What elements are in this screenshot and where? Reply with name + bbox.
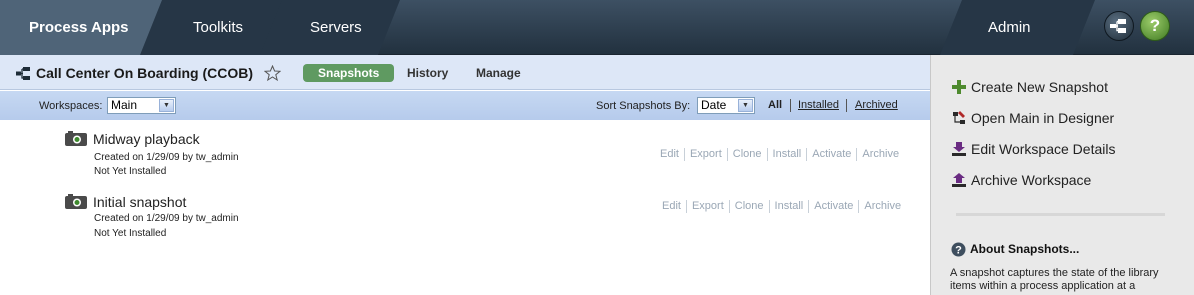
sort-select-value: Date xyxy=(701,98,727,112)
edit-workspace-link[interactable]: Edit Workspace Details xyxy=(951,140,1115,158)
sidebar-divider xyxy=(956,213,1165,216)
app-title: Call Center On Boarding (CCOB) xyxy=(36,65,254,81)
snapshot-item: Midway playback Created on 1/29/09 by tw… xyxy=(0,120,930,182)
action-divider xyxy=(766,148,768,161)
snapshot-name[interactable]: Initial snapshot xyxy=(93,194,186,210)
help-icon: ? xyxy=(1149,16,1161,35)
snapshot-actions: Edit Export Clone Install Activate Archi… xyxy=(660,148,899,161)
archive-action[interactable]: Archive xyxy=(864,200,901,213)
archive-workspace-label: Archive Workspace xyxy=(971,172,1092,188)
sort-select[interactable]: Date ▼ xyxy=(697,97,755,114)
snapshot-status: Not Yet Installed xyxy=(94,166,167,177)
snapshot-item: Initial snapshot Created on 1/29/09 by t… xyxy=(0,183,930,245)
camera-icon xyxy=(65,131,87,146)
export-action[interactable]: Export xyxy=(692,200,724,213)
archive-workspace-link[interactable]: Archive Workspace xyxy=(951,171,1091,189)
create-snapshot-link[interactable]: Create New Snapshot xyxy=(951,78,1108,96)
filter-archived[interactable]: Archived xyxy=(855,99,898,111)
snapshot-status: Not Yet Installed xyxy=(94,228,167,239)
about-snapshots-title: About Snapshots... xyxy=(970,242,1080,256)
activate-action[interactable]: Activate xyxy=(814,200,853,213)
install-action[interactable]: Install xyxy=(775,200,804,213)
action-divider xyxy=(856,148,858,161)
chevron-down-icon: ▼ xyxy=(159,99,174,112)
designer-icon xyxy=(953,111,965,124)
process-app-icon xyxy=(16,67,30,80)
tab-process-apps[interactable]: Process Apps xyxy=(29,0,129,55)
filter-all[interactable]: All xyxy=(768,99,782,111)
top-nav-bar: Process Apps Toolkits Servers Admin ? xyxy=(0,0,1194,55)
clone-action[interactable]: Clone xyxy=(735,200,764,213)
svg-text:?: ? xyxy=(955,245,962,257)
action-divider xyxy=(726,148,728,161)
tab-toolkits[interactable]: Toolkits xyxy=(193,0,243,55)
subtab-manage[interactable]: Manage xyxy=(476,64,521,82)
designer-button[interactable] xyxy=(1104,11,1134,41)
help-icon: ? xyxy=(951,242,966,257)
action-divider xyxy=(728,200,730,213)
filter-divider xyxy=(846,99,847,112)
designer-icon xyxy=(1110,19,1126,33)
filter-divider xyxy=(790,99,791,112)
activate-action[interactable]: Activate xyxy=(812,148,851,161)
edit-action[interactable]: Edit xyxy=(660,148,679,161)
open-designer-label: Open Main in Designer xyxy=(971,110,1115,126)
admin-menu[interactable]: Admin xyxy=(988,0,1031,55)
sort-label: Sort Snapshots By: xyxy=(596,100,691,112)
action-divider xyxy=(685,200,687,213)
camera-icon xyxy=(65,194,87,209)
admin-label: Admin xyxy=(988,19,1031,36)
action-divider xyxy=(808,200,810,213)
open-designer-link[interactable]: Open Main in Designer xyxy=(951,109,1114,127)
snapshot-created: Created on 1/29/09 by tw_admin xyxy=(94,213,239,224)
about-snapshots-text: A snapshot captures the state of the lib… xyxy=(950,267,1159,292)
workspace-sidebar: Create New Snapshot Open Main in Designe… xyxy=(930,55,1194,295)
action-divider xyxy=(858,200,860,213)
archive-action[interactable]: Archive xyxy=(862,148,899,161)
subtab-snapshots-label: Snapshots xyxy=(318,66,380,80)
action-divider xyxy=(806,148,808,161)
workspace-select[interactable]: Main ▼ xyxy=(107,97,176,114)
action-divider xyxy=(683,148,685,161)
subtab-manage-label: Manage xyxy=(476,66,521,80)
workspaces-label: Workspaces: xyxy=(39,100,103,112)
app-header: Call Center On Boarding (CCOB) Snapshots… xyxy=(0,55,930,90)
filter-installed[interactable]: Installed xyxy=(798,99,839,111)
snapshot-toolbar: Workspaces: Main ▼ Sort Snapshots By: Da… xyxy=(0,91,930,120)
download-icon xyxy=(952,142,966,156)
tab-servers[interactable]: Servers xyxy=(310,0,362,55)
install-action[interactable]: Install xyxy=(773,148,802,161)
snapshot-created: Created on 1/29/09 by tw_admin xyxy=(94,152,239,163)
export-action[interactable]: Export xyxy=(690,148,722,161)
tab-process-apps-label: Process Apps xyxy=(29,19,129,36)
upload-icon xyxy=(952,173,966,187)
snapshot-name[interactable]: Midway playback xyxy=(93,131,200,147)
snapshot-actions: Edit Export Clone Install Activate Archi… xyxy=(662,200,901,213)
clone-action[interactable]: Clone xyxy=(733,148,762,161)
chevron-down-icon: ▼ xyxy=(738,99,753,112)
action-divider xyxy=(768,200,770,213)
edit-workspace-label: Edit Workspace Details xyxy=(971,141,1116,157)
tab-servers-label: Servers xyxy=(310,19,362,36)
plus-icon xyxy=(952,80,966,94)
subtab-history[interactable]: History xyxy=(407,64,448,82)
help-button[interactable]: ? xyxy=(1140,11,1170,41)
edit-action[interactable]: Edit xyxy=(662,200,681,213)
workspace-select-value: Main xyxy=(111,98,138,112)
tab-toolkits-label: Toolkits xyxy=(193,19,244,36)
favorite-star-icon[interactable] xyxy=(264,65,281,81)
subtab-history-label: History xyxy=(407,66,449,80)
create-snapshot-label: Create New Snapshot xyxy=(971,79,1108,95)
subtab-snapshots[interactable]: Snapshots xyxy=(303,64,395,82)
